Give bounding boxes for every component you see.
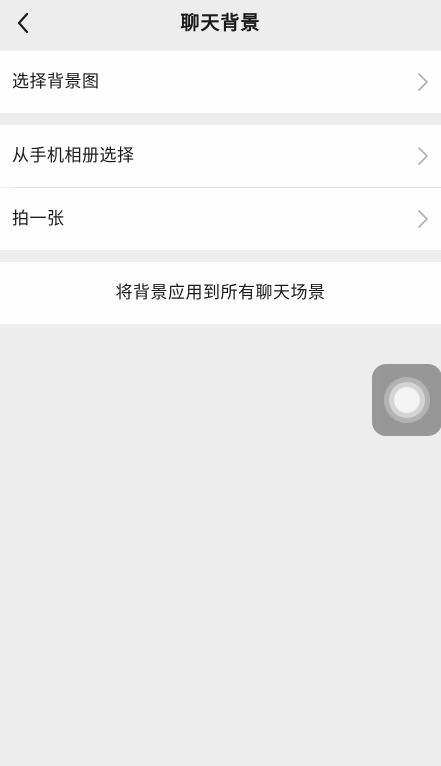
chevron-right-icon: [418, 73, 428, 91]
choose-from-album-label: 从手机相册选择: [12, 146, 135, 166]
apply-to-all-chats-button[interactable]: 将背景应用到所有聊天场景: [0, 262, 441, 324]
assistive-touch-core: [394, 387, 420, 413]
select-background-label: 选择背景图: [12, 72, 100, 92]
apply-to-all-chats-label: 将背景应用到所有聊天场景: [115, 283, 326, 303]
row-divider: [12, 187, 441, 188]
chevron-right-icon: [418, 147, 428, 165]
nav-bar: 聊天背景: [0, 0, 441, 46]
choose-from-album-row[interactable]: 从手机相册选择: [0, 125, 441, 187]
page-title: 聊天背景: [180, 12, 261, 34]
take-photo-row[interactable]: 拍一张: [0, 188, 441, 250]
chevron-right-icon: [418, 210, 428, 228]
assistive-touch-button[interactable]: [372, 364, 441, 436]
select-background-row[interactable]: 选择背景图: [0, 51, 441, 113]
take-photo-label: 拍一张: [12, 209, 65, 229]
